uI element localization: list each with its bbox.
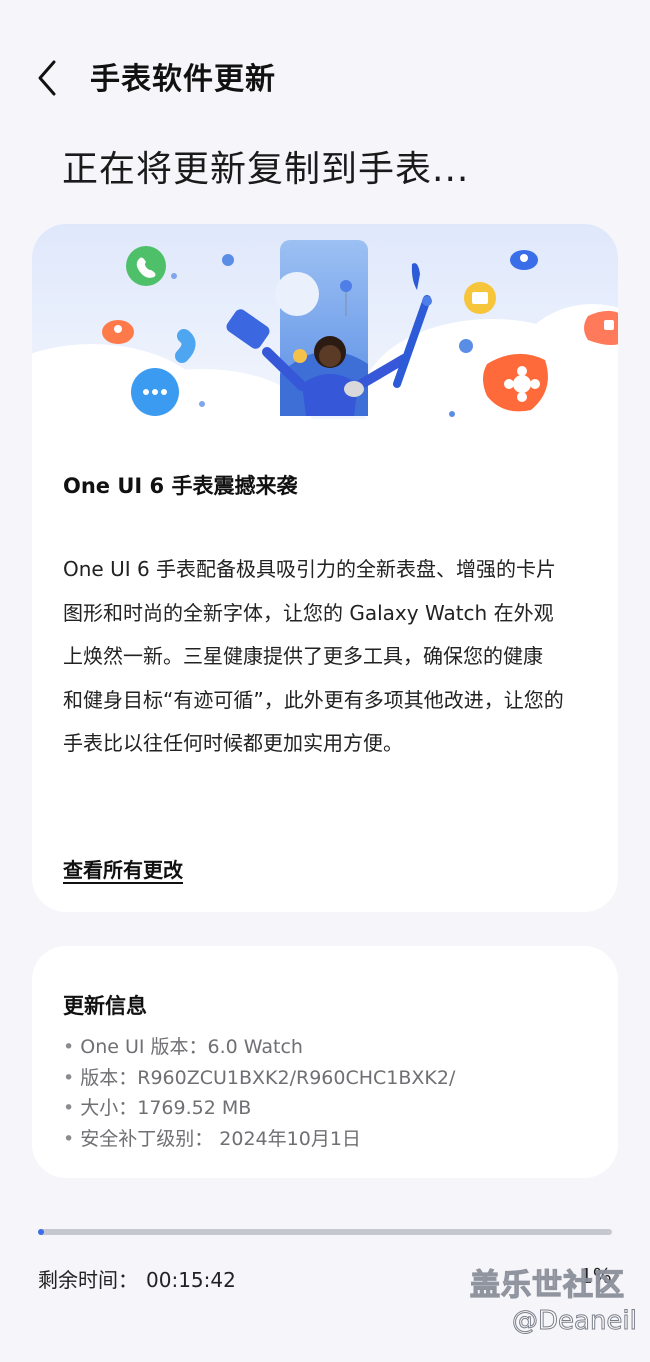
update-info-card: 更新信息 One UI 版本：6.0 Watch 版本：R960ZCU1BXK2…	[32, 946, 618, 1178]
watermark-user: @Deaneil	[512, 1306, 638, 1337]
top-app-bar: 手表软件更新	[0, 40, 650, 120]
update-info-title: 更新信息	[63, 994, 147, 1018]
info-item-security-patch: 安全补丁级别： 2024年10月1日	[63, 1124, 455, 1155]
progress-bar	[38, 1229, 612, 1235]
feature-description: One UI 6 手表配备极具吸引力的全新表盘、增强的卡片 图形和时尚的全新字体…	[63, 548, 593, 766]
feature-title: One UI 6 手表震撼来袭	[63, 474, 298, 498]
hero-illustration	[32, 224, 618, 434]
feature-description-line: One UI 6 手表配备极具吸引力的全新表盘、增强的卡片	[63, 557, 557, 581]
progress-bar-fill	[38, 1229, 44, 1235]
feature-card: One UI 6 手表震撼来袭 One UI 6 手表配备极具吸引力的全新表盘、…	[32, 224, 618, 912]
remaining-time-label: 剩余时间：	[38, 1268, 138, 1292]
update-info-list: One UI 版本：6.0 Watch 版本：R960ZCU1BXK2/R960…	[63, 1032, 455, 1154]
feature-description-line: 和健身目标“有迹可循”，此外更有多项其他改进，让您的	[63, 687, 564, 712]
remaining-time-value: 00:15:42	[146, 1268, 236, 1292]
phone-call-icon	[126, 246, 166, 286]
info-item-build-version: 版本：R960ZCU1BXK2/R960CHC1BXK2/	[63, 1063, 455, 1094]
update-status-text: 正在将更新复制到手表...	[62, 149, 470, 190]
cloud-icon	[510, 250, 538, 270]
see-all-changes-link[interactable]: 查看所有更改	[63, 854, 183, 883]
info-item-one-ui-version: One UI 版本：6.0 Watch	[63, 1032, 455, 1063]
feature-description-line: 上焕然一新。三星健康提供了更多工具，确保您的健康	[63, 644, 543, 669]
feature-description-line: 手表比以往任何时候都更加实用方便。	[63, 731, 403, 756]
back-chevron-icon[interactable]	[30, 52, 70, 104]
feature-description-line: 图形和时尚的全新字体，让您的 Galaxy Watch 在外观	[63, 600, 554, 625]
page-title: 手表软件更新	[90, 62, 276, 97]
location-pin-icon	[102, 320, 134, 344]
remaining-time: 剩余时间： 00:15:42	[38, 1264, 236, 1293]
info-item-size: 大小：1769.52 MB	[63, 1093, 455, 1124]
camera-icon	[584, 310, 618, 345]
watermark-site: 盖乐世社区	[469, 1267, 625, 1303]
folder-icon	[464, 282, 496, 314]
